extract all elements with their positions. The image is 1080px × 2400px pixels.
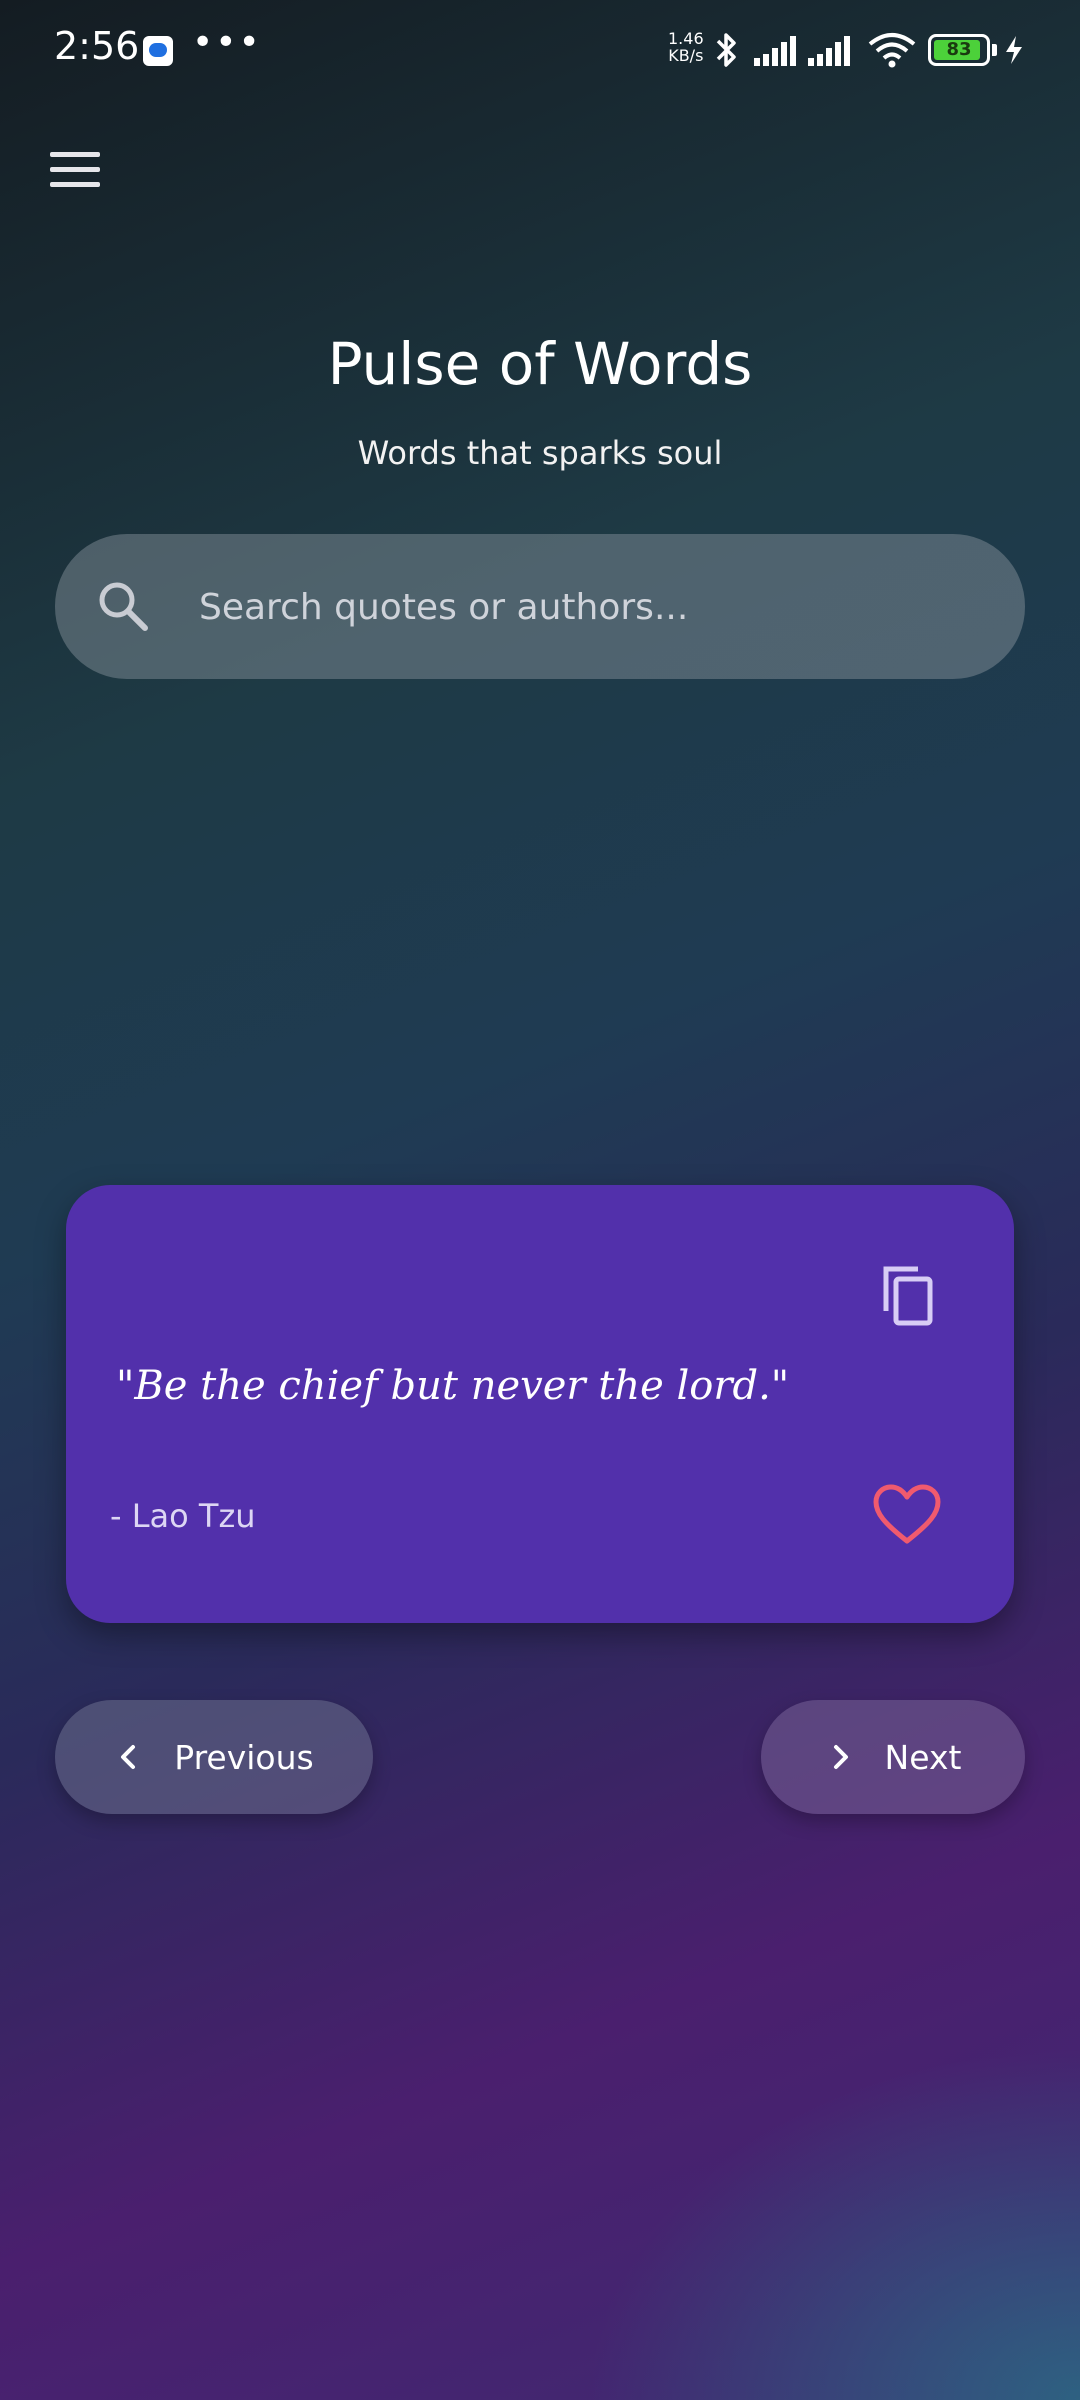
quote-card: "Be the chief but never the lord." - Lao… xyxy=(66,1185,1014,1623)
previous-button-label: Previous xyxy=(174,1737,314,1777)
quote-author: - Lao Tzu xyxy=(110,1497,256,1535)
next-button-label: Next xyxy=(884,1737,962,1777)
network-speed-unit: KB/s xyxy=(668,46,704,65)
signal-icon-2 xyxy=(808,36,850,66)
chevron-right-icon xyxy=(833,1745,848,1769)
status-bar: 2:56 ••• 1.46 KB/s 83 xyxy=(0,0,1080,100)
more-notifications-icon: ••• xyxy=(192,22,262,63)
quote-text: "Be the chief but never the lord." xyxy=(116,1363,790,1409)
search-icon xyxy=(99,582,148,631)
battery-icon: 83 xyxy=(928,34,990,66)
copy-icon[interactable] xyxy=(872,1261,942,1331)
next-button[interactable]: Next xyxy=(761,1700,1025,1814)
network-speed-value: 1.46 xyxy=(668,29,704,48)
signal-icon xyxy=(754,36,796,66)
search-input[interactable] xyxy=(197,574,981,640)
menu-icon-line xyxy=(50,152,100,157)
charging-icon xyxy=(1006,36,1022,64)
menu-button[interactable] xyxy=(50,150,102,190)
wifi-icon xyxy=(868,33,916,68)
previous-button[interactable]: Previous xyxy=(55,1700,373,1814)
network-speed: 1.46 KB/s xyxy=(668,30,704,64)
status-time: 2:56 xyxy=(54,24,140,68)
battery-tip xyxy=(992,44,997,56)
favorite-heart-icon[interactable] xyxy=(872,1483,942,1547)
chevron-left-icon xyxy=(121,1745,136,1769)
battery-level: 83 xyxy=(946,39,972,60)
search-bar[interactable] xyxy=(55,534,1025,679)
app-subtitle: Words that sparks soul xyxy=(357,434,723,472)
menu-icon-line xyxy=(50,167,100,172)
bluetooth-icon xyxy=(716,33,736,67)
app-title: Pulse of Words xyxy=(327,330,753,398)
messages-notification-icon xyxy=(143,36,173,66)
menu-icon-line xyxy=(50,182,100,187)
